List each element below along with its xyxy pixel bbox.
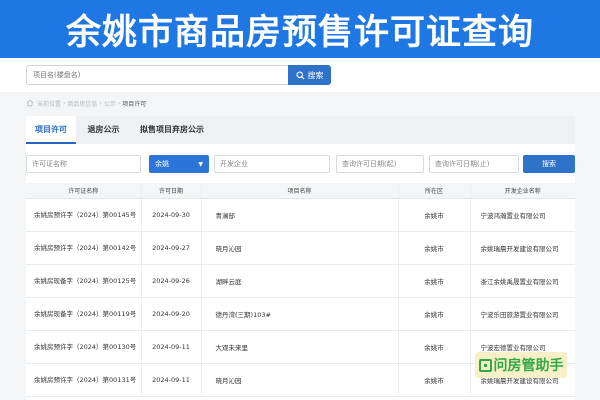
table-row[interactable]: 余姚房现备字（2024）第00119号 2024-09-20 德丹湾(三期)10… [26,297,575,331]
table-row[interactable]: 余姚房现备字（2024）第00125号 2024-09-26 湖畔云庭 余姚市 … [26,264,575,298]
tab-project-permit[interactable]: 项目许可 [26,116,76,144]
date-cell: 2024-09-11 [140,330,201,364]
breadcrumb-separator: › [63,99,66,107]
search-icon [295,70,305,80]
watermark-logo: 问房管助手 [475,352,567,378]
district-select[interactable]: 余姚 ▼ [149,155,209,173]
project-cell[interactable]: 大观未来里 [200,330,398,364]
breadcrumb-item-current: 项目许可 [122,100,147,108]
project-cell[interactable]: 晓月沁园 [200,363,398,397]
permit-cell[interactable]: 余姚房现备字（2024）第00119号 [26,297,141,331]
project-cell[interactable]: 湖畔云庭 [200,264,398,298]
district-cell: 余姚市 [397,297,470,331]
date-cell: 2024-09-26 [140,264,201,298]
breadcrumb-item-location: 当前位置 [37,100,62,108]
breadcrumb-item-housing-info[interactable]: 商品房信息 [67,99,97,108]
project-cell[interactable]: 青澜邸 [200,198,398,232]
search-bar: 搜索 [0,58,600,92]
column-header-project-name[interactable]: 项目名称 [200,183,398,199]
district-cell: 余姚市 [397,231,470,265]
permit-name-filter[interactable]: 许可证名称 [26,155,141,173]
table-row[interactable]: 余姚房预许字（2024）第00142号 2024-09-27 晓月沁园 余姚市 … [26,231,575,265]
permit-cell[interactable]: 余姚房预许字（2024）第00130号 [26,330,141,364]
breadcrumb-item-notices[interactable]: 公示 [104,99,116,108]
filter-search-button[interactable]: 搜索 [523,155,575,173]
developer-cell: 宁波乐田旅游置业有限公司 [469,297,575,331]
page-banner: 余姚市商品房预售许可证查询 [0,0,600,58]
permit-cell[interactable]: 余姚房预许字（2024）第00145号 [26,198,141,232]
developer-cell: 浙江余姚禹晟置业有限公司 [469,264,575,298]
column-header-permit-name[interactable]: 许可证名称 [26,183,141,199]
project-search-input[interactable] [26,65,288,85]
permit-date-end-filter[interactable]: 查询许可日期(止) [429,155,519,173]
table-row[interactable]: 余姚房预许字（2024）第00145号 2024-09-30 青澜邸 余姚市 宁… [26,198,575,232]
district-cell: 余姚市 [397,198,470,232]
column-header-permit-date[interactable]: 许可日期 [140,183,201,199]
permit-cell[interactable]: 余姚房预许字（2024）第00131号 [26,363,141,397]
developer-cell: 宁波鸿瀚置业有限公司 [469,198,575,232]
permit-cell[interactable]: 余姚房预许字（2024）第00142号 [26,231,141,265]
district-select-value: 余姚 [155,160,169,168]
date-cell: 2024-09-11 [140,363,201,397]
district-cell: 余姚市 [397,264,470,298]
column-header-developer[interactable]: 开发企业名称 [469,183,575,199]
developer-filter[interactable]: 开发企业 [214,155,330,173]
tab-bar: 项目许可 退房公示 拟售项目弃房公示 [26,116,575,144]
project-cell[interactable]: 德丹湾(三期)103# [200,297,398,331]
table-header-row: 许可证名称 许可日期 项目名称 所在区 开发企业名称 [26,183,575,199]
chevron-down-icon: ▼ [198,160,203,168]
tab-refund-notice[interactable]: 退房公示 [81,116,126,144]
search-button-label: 搜索 [307,70,324,80]
column-header-district[interactable]: 所在区 [397,183,470,199]
permit-cell[interactable]: 余姚房现备字（2024）第00125号 [26,264,141,298]
tab-abandoned-units-notice[interactable]: 拟售项目弃房公示 [132,116,212,144]
home-icon [26,99,34,107]
date-cell: 2024-09-27 [140,231,201,265]
breadcrumb: 当前位置 › 商品房信息 › 公示 › 项目许可 [26,98,146,108]
banner-title: 余姚市商品房预售许可证查询 [65,12,534,53]
date-cell: 2024-09-30 [140,198,201,232]
breadcrumb-separator: › [117,99,121,107]
district-cell: 余姚市 [397,363,470,397]
watermark-text: 问房管助手 [493,358,564,374]
district-cell: 余姚市 [397,330,470,364]
search-button[interactable]: 搜索 [288,65,331,85]
project-cell[interactable]: 晓月沁园 [200,231,398,265]
watermark-icon [478,358,492,372]
breadcrumb-separator: › [99,99,102,107]
permit-date-start-filter[interactable]: 查询许可日期(起) [336,155,424,173]
developer-cell: 余姚瑞晨开发建设有限公司 [469,231,575,265]
date-cell: 2024-09-20 [140,297,201,331]
